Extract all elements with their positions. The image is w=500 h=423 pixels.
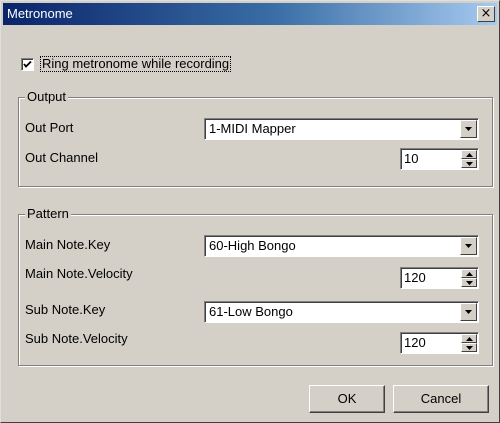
main-note-velocity-value[interactable]: 120 xyxy=(404,270,426,286)
spin-down-icon xyxy=(466,281,473,285)
sub-note-velocity-up-button[interactable] xyxy=(461,334,477,343)
ring-metronome-option[interactable]: Ring metronome while recording xyxy=(21,56,232,72)
ok-button[interactable]: OK xyxy=(309,385,385,413)
sub-note-velocity-down-button[interactable] xyxy=(461,343,477,352)
ring-metronome-label[interactable]: Ring metronome while recording xyxy=(40,56,232,72)
main-note-key-dropdown-button[interactable] xyxy=(460,237,477,255)
out-channel-value[interactable]: 10 xyxy=(404,151,418,167)
close-button[interactable]: × xyxy=(477,6,495,22)
out-port-select[interactable]: 1-MIDI Mapper xyxy=(204,118,479,140)
spin-up-icon xyxy=(466,337,473,341)
main-note-key-value: 60-High Bongo xyxy=(209,238,296,253)
main-note-velocity-down-button[interactable] xyxy=(461,278,477,287)
out-port-label: Out Port xyxy=(25,120,74,135)
sub-note-velocity-value[interactable]: 120 xyxy=(404,335,426,351)
out-channel-label: Out Channel xyxy=(25,150,98,165)
main-note-velocity-label: Main Note.Velocity xyxy=(25,266,133,281)
main-note-key-label: Main Note.Key xyxy=(25,237,111,252)
spin-down-icon xyxy=(466,346,473,350)
sub-note-key-dropdown-button[interactable] xyxy=(460,303,477,321)
sub-note-key-select[interactable]: 61-Low Bongo xyxy=(204,301,479,323)
spin-up-icon xyxy=(466,272,473,276)
sub-note-velocity-spinner[interactable]: 120 xyxy=(400,332,479,354)
out-channel-down-button[interactable] xyxy=(461,159,477,168)
main-note-velocity-up-button[interactable] xyxy=(461,269,477,278)
spin-up-icon xyxy=(466,153,473,157)
sub-note-key-label: Sub Note.Key xyxy=(25,302,106,317)
sub-note-key-value: 61-Low Bongo xyxy=(209,304,293,319)
chevron-down-icon xyxy=(465,310,472,314)
out-channel-spinner[interactable]: 10 xyxy=(400,148,479,170)
ring-metronome-checkbox[interactable] xyxy=(21,57,34,71)
close-icon: × xyxy=(480,6,492,21)
output-group: Output xyxy=(18,89,493,187)
out-port-dropdown-button[interactable] xyxy=(460,120,477,138)
main-note-key-select[interactable]: 60-High Bongo xyxy=(204,235,479,257)
out-port-value: 1-MIDI Mapper xyxy=(209,121,296,136)
chevron-down-icon xyxy=(465,244,472,248)
window-title: Metronome xyxy=(7,6,73,21)
check-icon xyxy=(23,60,32,68)
spin-down-icon xyxy=(466,162,473,166)
metronome-dialog: Metronome × Ring metronome while recordi… xyxy=(0,0,500,423)
title-bar: Metronome × xyxy=(3,3,497,25)
out-channel-spin-buttons xyxy=(461,150,477,168)
chevron-down-icon xyxy=(465,127,472,131)
output-group-title: Output xyxy=(25,89,69,105)
out-channel-up-button[interactable] xyxy=(461,150,477,159)
main-note-velocity-spinner[interactable]: 120 xyxy=(400,267,479,289)
cancel-button[interactable]: Cancel xyxy=(393,385,489,413)
pattern-group-title: Pattern xyxy=(25,206,71,222)
sub-note-velocity-label: Sub Note.Velocity xyxy=(25,331,128,346)
sub-note-velocity-spin-buttons xyxy=(461,334,477,352)
main-note-velocity-spin-buttons xyxy=(461,269,477,287)
